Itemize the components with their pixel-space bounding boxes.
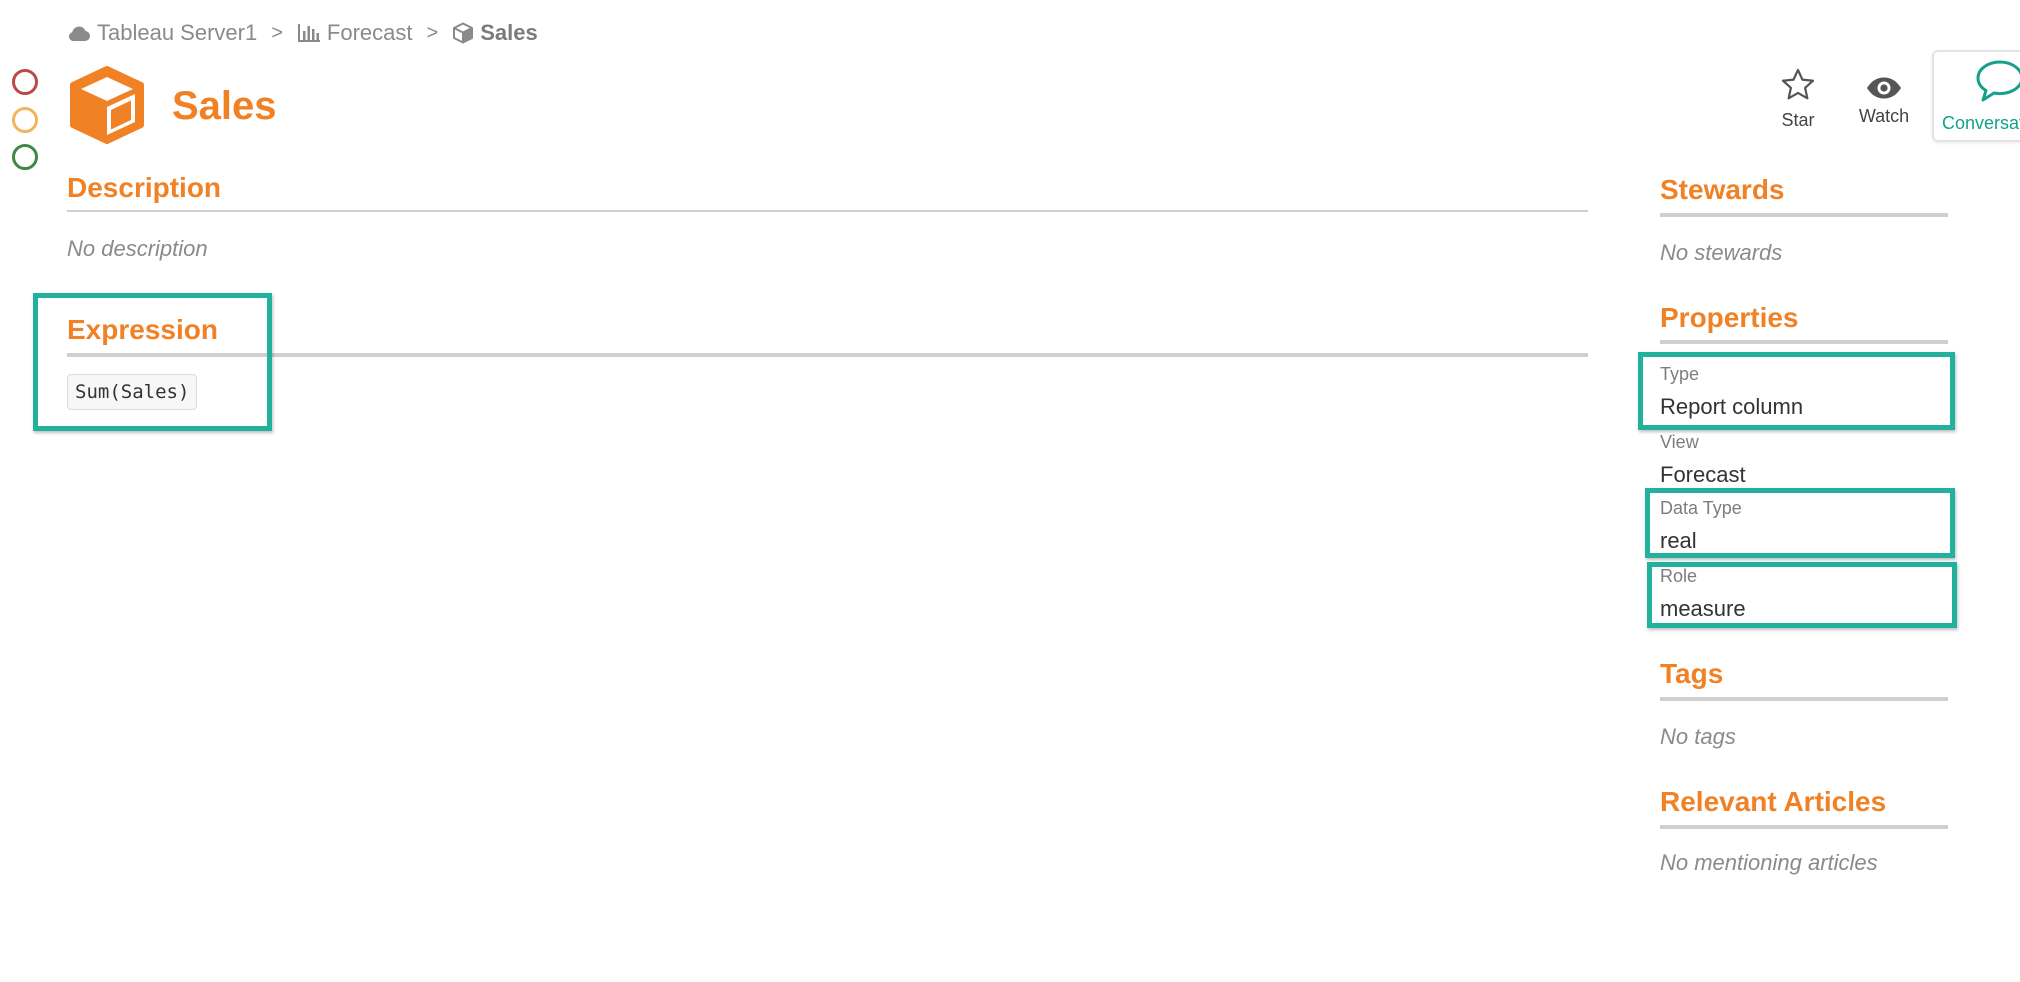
section-divider [1660, 697, 1948, 701]
relevant-articles-heading: Relevant Articles [1660, 786, 1887, 817]
breadcrumb-item-server[interactable]: Tableau Server1 [67, 20, 257, 46]
page: Tableau Server1 > Forecast > Sales Sales… [0, 0, 2020, 982]
section-divider [1660, 340, 1948, 344]
breadcrumb-label: Forecast [326, 20, 413, 45]
stewards-empty-text: No stewards [1660, 240, 1783, 265]
status-circle-red [12, 69, 38, 95]
tags-empty-text: No tags [1660, 724, 1736, 749]
cube-icon [452, 22, 474, 44]
section-divider [1660, 825, 1948, 829]
eye-icon [1865, 76, 1903, 106]
breadcrumb-item-forecast[interactable]: Forecast [297, 20, 413, 46]
cube-icon [67, 65, 147, 145]
conversation-label: Conversation [1942, 113, 2020, 133]
bar-chart-icon [297, 23, 321, 43]
breadcrumb-item-current: Sales [452, 20, 538, 46]
tags-heading: Tags [1660, 658, 1724, 689]
properties-heading: Properties [1660, 302, 1799, 333]
articles-empty-text: No mentioning articles [1660, 850, 1878, 875]
conversation-button[interactable]: Conversation [1932, 50, 2020, 142]
star-button[interactable]: Star [1774, 66, 1822, 131]
description-heading: Description [67, 172, 222, 203]
section-divider [67, 353, 1588, 357]
watch-label: Watch [1858, 106, 1910, 126]
section-divider [1660, 213, 1948, 217]
breadcrumb-label: Sales [480, 20, 538, 45]
property-view-label: View [1660, 432, 1699, 452]
page-title: Sales [172, 84, 277, 128]
breadcrumb-separator: > [426, 21, 439, 44]
breadcrumb-label: Tableau Server1 [97, 20, 258, 45]
status-circle-yellow [12, 107, 38, 133]
section-divider [67, 210, 1588, 212]
watch-button[interactable]: Watch [1856, 76, 1912, 127]
star-label: Star [1781, 110, 1815, 130]
cloud-icon [67, 24, 91, 42]
data-type-highlight-box [1645, 488, 1955, 558]
status-circle-green [12, 144, 38, 170]
type-highlight-box [1638, 352, 1955, 430]
expression-highlight-box [33, 293, 272, 431]
property-view-value[interactable]: Forecast [1660, 462, 1746, 488]
description-empty-text: No description [67, 236, 208, 261]
breadcrumb: Tableau Server1 > Forecast > Sales [67, 16, 538, 50]
stewards-heading: Stewards [1660, 174, 1785, 205]
role-highlight-box [1647, 562, 1957, 628]
star-icon [1779, 66, 1817, 110]
speech-bubble-icon [1942, 58, 2020, 113]
breadcrumb-separator: > [271, 21, 283, 44]
